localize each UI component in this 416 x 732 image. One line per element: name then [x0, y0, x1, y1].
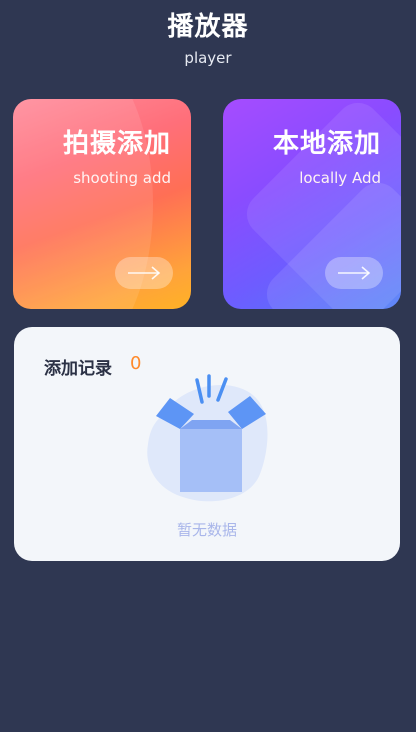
local-add-subtitle: locally Add — [299, 169, 381, 187]
shooting-add-title: 拍摄添加 — [62, 129, 171, 159]
page-subtitle: player — [184, 49, 232, 67]
empty-state-text: 暂无数据 — [176, 521, 237, 539]
arrow-right-icon — [338, 266, 371, 280]
arrow-right-icon — [128, 266, 161, 280]
add-record-count: 0 — [130, 353, 142, 374]
empty-box-icon — [147, 374, 268, 502]
local-add-card[interactable]: 本地添加 locally Add — [223, 99, 401, 309]
shooting-add-card[interactable]: 拍摄添加 shooting add — [13, 99, 191, 309]
add-record-panel: 添加记录 0 暂无数据 — [14, 327, 400, 561]
shooting-add-subtitle: shooting add — [73, 169, 171, 187]
page-title: 播放器 — [167, 12, 249, 42]
local-add-button[interactable] — [325, 257, 383, 289]
local-add-title: 本地添加 — [272, 129, 381, 159]
shooting-add-button[interactable] — [115, 257, 173, 289]
add-record-label: 添加记录 — [44, 359, 112, 379]
